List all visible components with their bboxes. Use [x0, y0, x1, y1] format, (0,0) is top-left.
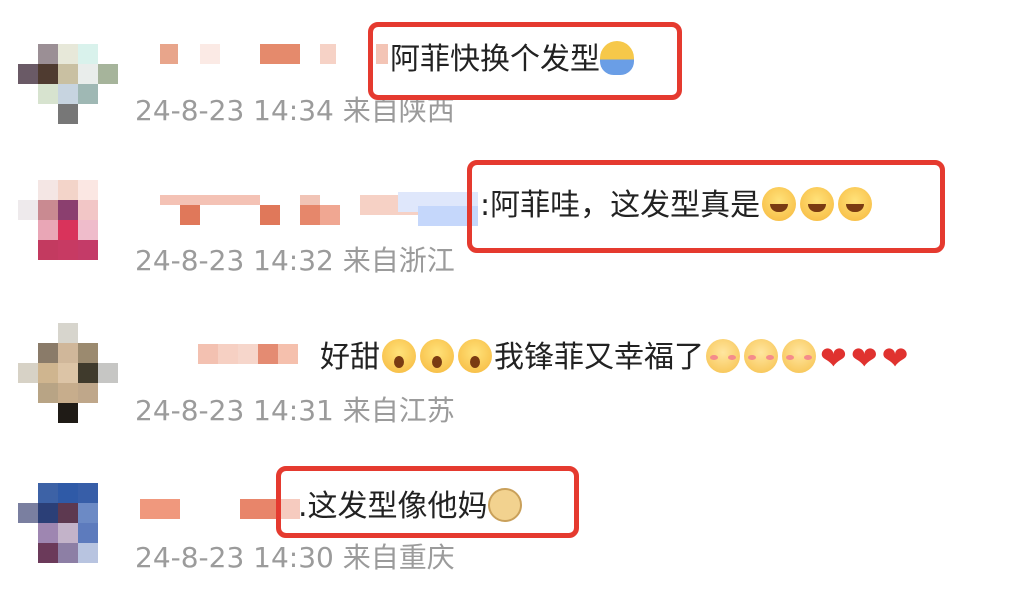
highlight-box — [467, 160, 945, 253]
avatar[interactable] — [18, 180, 118, 280]
shocked-emoji — [458, 339, 492, 373]
heart-icon: ❤ — [850, 339, 878, 377]
shocked-emoji — [382, 339, 416, 373]
comment-meta: 24-8-23 14:32 来自浙江 — [135, 244, 455, 277]
avatar[interactable] — [18, 483, 118, 583]
username-blurred[interactable] — [198, 344, 298, 364]
shy-heart-emoji — [782, 339, 816, 373]
comment-meta: 24-8-23 14:31 来自江苏 — [135, 394, 455, 427]
comment-item: 好甜 我锋菲又幸福了 ❤ ❤ ❤ 24-8-23 14:31 来自江苏 — [0, 308, 1034, 456]
comment-meta: 24-8-23 14:30 来自重庆 — [135, 541, 455, 574]
comment-text: 好甜 我锋菲又幸福了 ❤ ❤ ❤ — [320, 339, 909, 377]
avatar[interactable] — [18, 44, 118, 144]
highlight-box — [368, 22, 682, 100]
heart-icon: ❤ — [881, 339, 909, 377]
shocked-emoji — [420, 339, 454, 373]
username-blurred[interactable] — [160, 44, 388, 64]
username-blurred-2[interactable] — [160, 205, 340, 225]
highlight-box — [276, 466, 579, 538]
heart-icon: ❤ — [820, 339, 847, 377]
avatar[interactable] — [18, 323, 118, 423]
shy-heart-emoji — [744, 339, 778, 373]
shy-heart-emoji — [706, 339, 740, 373]
